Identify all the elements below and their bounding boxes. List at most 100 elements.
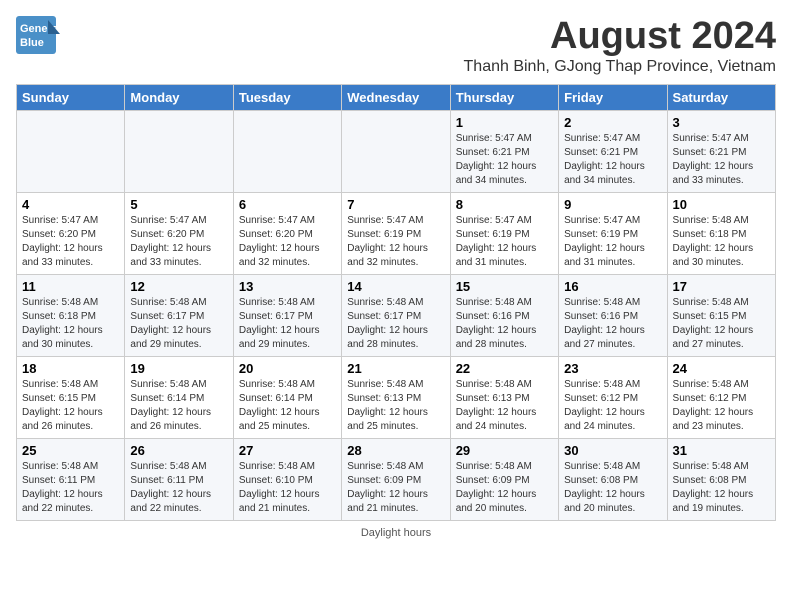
day-info: Sunrise: 5:48 AM Sunset: 6:09 PM Dayligh…	[347, 460, 444, 516]
day-info: Sunrise: 5:48 AM Sunset: 6:16 PM Dayligh…	[564, 296, 661, 352]
day-number: 14	[347, 279, 444, 294]
day-number: 10	[673, 197, 770, 212]
day-number: 8	[456, 197, 553, 212]
title-area: August 2024 Thanh Binh, GJong Thap Provi…	[464, 16, 776, 76]
calendar-week-row: 18 Sunrise: 5:48 AM Sunset: 6:15 PM Dayli…	[17, 356, 776, 438]
day-number: 13	[239, 279, 336, 294]
calendar-cell	[342, 110, 450, 192]
calendar-cell: 25 Sunrise: 5:48 AM Sunset: 6:11 PM Dayli…	[17, 438, 125, 520]
calendar-cell: 24Sunrise: 5:48 AM Sunset: 6:12 PM Dayli…	[667, 356, 775, 438]
day-header: Friday	[559, 84, 667, 110]
calendar-cell: 1 Sunrise: 5:47 AM Sunset: 6:21 PM Daylig…	[450, 110, 558, 192]
day-info: Sunrise: 5:48 AM Sunset: 6:16 PM Dayligh…	[456, 296, 553, 352]
svg-text:Blue: Blue	[20, 37, 44, 49]
calendar-cell: 27Sunrise: 5:48 AM Sunset: 6:10 PM Dayli…	[233, 438, 341, 520]
day-info: Sunrise: 5:48 AM Sunset: 6:18 PM Dayligh…	[673, 214, 770, 270]
day-number: 4	[22, 197, 119, 212]
day-info: Sunrise: 5:48 AM Sunset: 6:15 PM Dayligh…	[673, 296, 770, 352]
day-header: Saturday	[667, 84, 775, 110]
calendar-cell: 15 Sunrise: 5:48 AM Sunset: 6:16 PM Dayli…	[450, 274, 558, 356]
day-info: Sunrise: 5:48 AM Sunset: 6:17 PM Dayligh…	[347, 296, 444, 352]
calendar-cell: 11Sunrise: 5:48 AM Sunset: 6:18 PM Dayli…	[17, 274, 125, 356]
calendar-cell: 19Sunrise: 5:48 AM Sunset: 6:14 PM Dayli…	[125, 356, 233, 438]
calendar-cell: 3Sunrise: 5:47 AM Sunset: 6:21 PM Daylig…	[667, 110, 775, 192]
logo: General Blue	[16, 16, 60, 54]
calendar-cell	[17, 110, 125, 192]
calendar-cell: 8 Sunrise: 5:47 AM Sunset: 6:19 PM Daylig…	[450, 192, 558, 274]
day-header: Wednesday	[342, 84, 450, 110]
day-number: 29	[456, 443, 553, 458]
calendar-cell: 7 Sunrise: 5:47 AM Sunset: 6:19 PM Daylig…	[342, 192, 450, 274]
day-info: Sunrise: 5:48 AM Sunset: 6:09 PM Dayligh…	[456, 460, 553, 516]
day-number: 30	[564, 443, 661, 458]
calendar-cell: 31 Sunrise: 5:48 AM Sunset: 6:08 PM Dayli…	[667, 438, 775, 520]
day-header: Sunday	[17, 84, 125, 110]
day-number: 12	[130, 279, 227, 294]
day-info: Sunrise: 5:47 AM Sunset: 6:19 PM Dayligh…	[456, 214, 553, 270]
day-info: Sunrise: 5:48 AM Sunset: 6:17 PM Dayligh…	[239, 296, 336, 352]
day-number: 3	[673, 115, 770, 130]
calendar-cell: 4 Sunrise: 5:47 AM Sunset: 6:20 PM Daylig…	[17, 192, 125, 274]
calendar-cell: 23 Sunrise: 5:48 AM Sunset: 6:12 PM Dayli…	[559, 356, 667, 438]
calendar-cell: 12 Sunrise: 5:48 AM Sunset: 6:17 PM Dayli…	[125, 274, 233, 356]
logo-icon: General Blue	[16, 16, 60, 54]
day-number: 16	[564, 279, 661, 294]
day-number: 26	[130, 443, 227, 458]
day-info: Sunrise: 5:48 AM Sunset: 6:10 PM Dayligh…	[239, 460, 336, 516]
calendar-cell: 16 Sunrise: 5:48 AM Sunset: 6:16 PM Dayli…	[559, 274, 667, 356]
day-info: Sunrise: 5:48 AM Sunset: 6:15 PM Dayligh…	[22, 378, 119, 434]
day-number: 31	[673, 443, 770, 458]
calendar-cell: 20Sunrise: 5:48 AM Sunset: 6:14 PM Dayli…	[233, 356, 341, 438]
calendar-cell: 29 Sunrise: 5:48 AM Sunset: 6:09 PM Dayli…	[450, 438, 558, 520]
calendar-cell: 30 Sunrise: 5:48 AM Sunset: 6:08 PM Dayli…	[559, 438, 667, 520]
day-info: Sunrise: 5:48 AM Sunset: 6:14 PM Dayligh…	[239, 378, 336, 434]
calendar-week-row: 1 Sunrise: 5:47 AM Sunset: 6:21 PM Daylig…	[17, 110, 776, 192]
footer: Daylight hours	[16, 527, 776, 539]
day-number: 18	[22, 361, 119, 376]
day-number: 11	[22, 279, 119, 294]
calendar-cell: 9 Sunrise: 5:47 AM Sunset: 6:19 PM Daylig…	[559, 192, 667, 274]
day-info: Sunrise: 5:48 AM Sunset: 6:17 PM Dayligh…	[130, 296, 227, 352]
day-info: Sunrise: 5:47 AM Sunset: 6:20 PM Dayligh…	[130, 214, 227, 270]
day-number: 6	[239, 197, 336, 212]
day-info: Sunrise: 5:48 AM Sunset: 6:12 PM Dayligh…	[564, 378, 661, 434]
header: General Blue August 2024 Thanh Binh, GJo…	[16, 16, 776, 76]
calendar-cell: 13 Sunrise: 5:48 AM Sunset: 6:17 PM Dayli…	[233, 274, 341, 356]
day-info: Sunrise: 5:47 AM Sunset: 6:19 PM Dayligh…	[347, 214, 444, 270]
calendar-cell: 6 Sunrise: 5:47 AM Sunset: 6:20 PM Daylig…	[233, 192, 341, 274]
day-number: 17	[673, 279, 770, 294]
calendar-cell: 22Sunrise: 5:48 AM Sunset: 6:13 PM Dayli…	[450, 356, 558, 438]
day-info: Sunrise: 5:47 AM Sunset: 6:19 PM Dayligh…	[564, 214, 661, 270]
day-number: 25	[22, 443, 119, 458]
calendar-cell: 2Sunrise: 5:47 AM Sunset: 6:21 PM Daylig…	[559, 110, 667, 192]
day-info: Sunrise: 5:47 AM Sunset: 6:20 PM Dayligh…	[239, 214, 336, 270]
month-title: August 2024	[464, 16, 776, 58]
day-info: Sunrise: 5:48 AM Sunset: 6:13 PM Dayligh…	[456, 378, 553, 434]
day-number: 15	[456, 279, 553, 294]
day-number: 28	[347, 443, 444, 458]
day-info: Sunrise: 5:48 AM Sunset: 6:11 PM Dayligh…	[22, 460, 119, 516]
calendar-cell: 28 Sunrise: 5:48 AM Sunset: 6:09 PM Dayli…	[342, 438, 450, 520]
calendar-cell: 10 Sunrise: 5:48 AM Sunset: 6:18 PM Dayli…	[667, 192, 775, 274]
footer-text: Daylight hours	[361, 527, 431, 539]
day-info: Sunrise: 5:48 AM Sunset: 6:14 PM Dayligh…	[130, 378, 227, 434]
calendar-cell: 17 Sunrise: 5:48 AM Sunset: 6:15 PM Dayli…	[667, 274, 775, 356]
day-info: Sunrise: 5:47 AM Sunset: 6:21 PM Dayligh…	[564, 132, 661, 188]
day-info: Sunrise: 5:48 AM Sunset: 6:08 PM Dayligh…	[564, 460, 661, 516]
day-info: Sunrise: 5:47 AM Sunset: 6:20 PM Dayligh…	[22, 214, 119, 270]
day-number: 7	[347, 197, 444, 212]
calendar-cell: 26Sunrise: 5:48 AM Sunset: 6:11 PM Dayli…	[125, 438, 233, 520]
day-header: Monday	[125, 84, 233, 110]
day-header: Thursday	[450, 84, 558, 110]
day-number: 23	[564, 361, 661, 376]
day-info: Sunrise: 5:48 AM Sunset: 6:08 PM Dayligh…	[673, 460, 770, 516]
day-number: 9	[564, 197, 661, 212]
calendar-cell: 18 Sunrise: 5:48 AM Sunset: 6:15 PM Dayli…	[17, 356, 125, 438]
calendar-cell	[125, 110, 233, 192]
day-number: 1	[456, 115, 553, 130]
calendar-week-row: 25 Sunrise: 5:48 AM Sunset: 6:11 PM Dayli…	[17, 438, 776, 520]
location-title: Thanh Binh, GJong Thap Province, Vietnam	[464, 58, 776, 76]
day-info: Sunrise: 5:47 AM Sunset: 6:21 PM Dayligh…	[456, 132, 553, 188]
calendar-cell: 5Sunrise: 5:47 AM Sunset: 6:20 PM Daylig…	[125, 192, 233, 274]
day-number: 24	[673, 361, 770, 376]
